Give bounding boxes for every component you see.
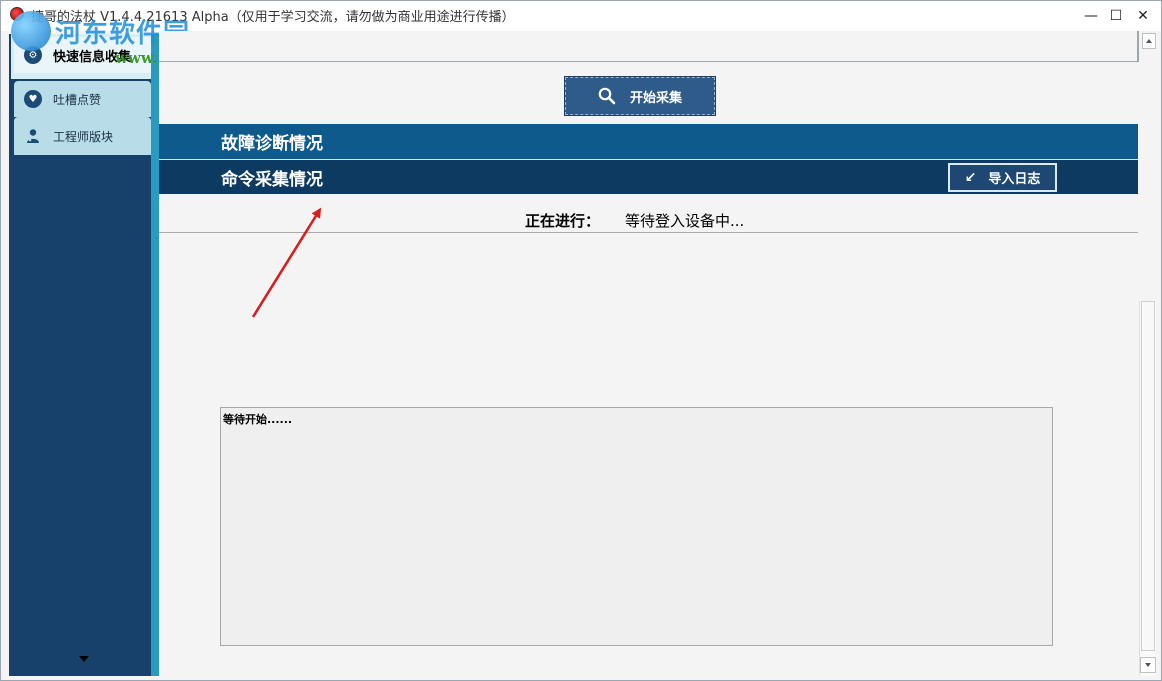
status-label: 正在进行： — [525, 212, 601, 230]
scrollbar-thumb[interactable] — [1141, 301, 1155, 651]
section-title: 命令采集情况 — [221, 169, 323, 190]
sidebar-item-label: 快速信息收集 — [53, 49, 132, 65]
engineer-icon — [24, 127, 42, 145]
main-panel: 开始采集 故障诊断情况 命令采集情况 ↙ 导入日志 正在进行： 等待登入设备中.… — [159, 31, 1161, 680]
sidebar-item-quick-collect[interactable]: ⚙ 快速信息收集 — [14, 37, 151, 73]
divider — [1137, 31, 1139, 62]
sidebar-stripe — [151, 34, 159, 676]
start-collect-button[interactable]: 开始采集 — [564, 76, 716, 116]
start-collect-label: 开始采集 — [629, 90, 682, 106]
arrow-down-left-icon: ↙ — [964, 169, 977, 186]
title-bar: 捷哥的法杖 V1.4.4.21613 Alpha（仅用于学习交流，请勿做为商业用… — [1, 1, 1161, 31]
minimize-button[interactable]: — — [1077, 5, 1105, 27]
log-text: 等待开始...... — [223, 413, 293, 426]
log-output-box[interactable]: 等待开始...... — [220, 407, 1053, 646]
sidebar-item-label: 工程师版块 — [53, 129, 114, 144]
search-icon — [598, 87, 616, 105]
app-window: 捷哥的法杖 V1.4.4.21613 Alpha（仅用于学习交流，请勿做为商业用… — [0, 0, 1162, 681]
app-icon — [10, 7, 24, 21]
section-title: 故障诊断情况 — [221, 134, 323, 154]
command-collect-header[interactable]: 命令采集情况 ↙ 导入日志 — [159, 159, 1138, 194]
vertical-scrollbar[interactable] — [1139, 301, 1156, 676]
sidebar: ⚙ 快速信息收集 ♥ 吐槽点赞 工程师版块 — [9, 34, 159, 676]
scroll-down-arrow-icon[interactable] — [79, 656, 89, 662]
divider — [159, 232, 1138, 233]
sidebar-item-engineer[interactable]: 工程师版块 — [14, 117, 151, 155]
import-log-button[interactable]: ↙ 导入日志 — [948, 163, 1057, 192]
scroll-up-button[interactable] — [1142, 33, 1156, 49]
scroll-down-button[interactable] — [1140, 657, 1156, 673]
heart-icon: ♥ — [24, 90, 42, 108]
status-value: 等待登入设备中... — [625, 212, 745, 230]
divider — [159, 61, 1139, 62]
import-log-label: 导入日志 — [988, 172, 1041, 187]
gear-icon: ⚙ — [24, 46, 42, 64]
sidebar-item-feedback[interactable]: ♥ 吐槽点赞 — [14, 81, 151, 117]
maximize-button[interactable]: ☐ — [1102, 5, 1130, 27]
sidebar-item-label: 吐槽点赞 — [53, 92, 102, 107]
fault-diagnosis-header[interactable]: 故障诊断情况 — [159, 124, 1138, 159]
status-row: 正在进行： 等待登入设备中... — [159, 207, 1138, 233]
close-button[interactable]: ✕ — [1129, 5, 1157, 27]
window-title: 捷哥的法杖 V1.4.4.21613 Alpha（仅用于学习交流，请勿做为商业用… — [31, 10, 515, 25]
